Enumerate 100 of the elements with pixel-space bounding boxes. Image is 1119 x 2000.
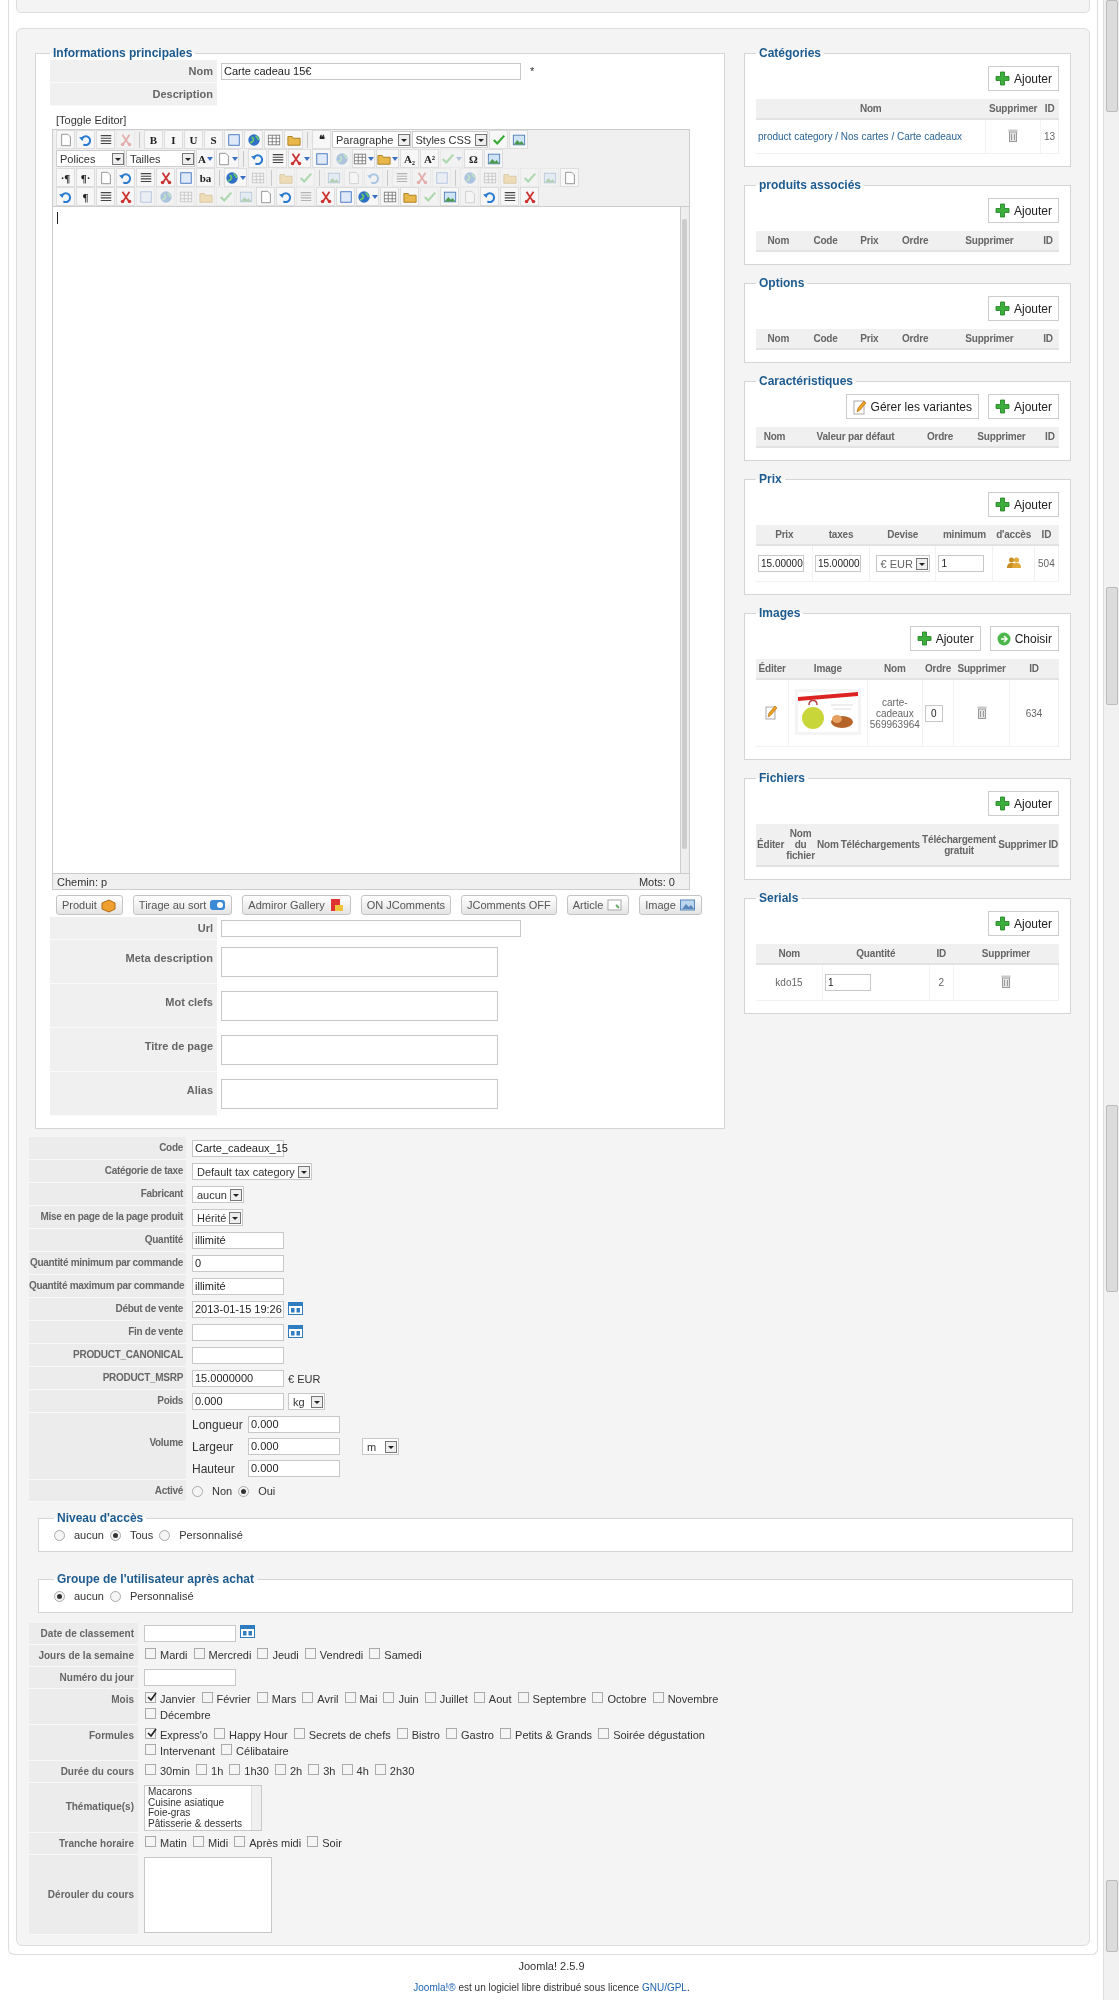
- toolbar-button[interactable]: [276, 187, 295, 206]
- toolbar-button[interactable]: [136, 168, 155, 187]
- toolbar-button[interactable]: [268, 149, 287, 168]
- category-link[interactable]: product category / Nos cartes / Carte cadeaux: [758, 131, 962, 142]
- toolbar-button[interactable]: [116, 168, 135, 187]
- checkbox[interactable]: [308, 1764, 320, 1775]
- toolbar-button[interactable]: I: [164, 130, 183, 149]
- toolbar-button[interactable]: S: [204, 130, 223, 149]
- radio-button[interactable]: [110, 1590, 121, 1602]
- toolbar-button[interactable]: B: [144, 130, 163, 149]
- dropdown[interactable]: Polices: [56, 150, 125, 167]
- checkbox[interactable]: [293, 1728, 305, 1739]
- scrollbar[interactable]: [251, 1786, 261, 1830]
- checkbox[interactable]: [145, 1648, 156, 1659]
- add-button[interactable]: Ajouter: [987, 296, 1059, 321]
- toolbar-button[interactable]: A²: [420, 149, 439, 168]
- calendar-button[interactable]: [288, 1325, 303, 1340]
- radio-button[interactable]: [54, 1529, 65, 1541]
- add-button[interactable]: Ajouter: [987, 394, 1059, 419]
- add-button[interactable]: Ajouter: [987, 66, 1059, 91]
- checkbox[interactable]: [517, 1692, 529, 1703]
- dropdown[interactable]: € EUR: [875, 555, 930, 572]
- checkbox[interactable]: [374, 1764, 386, 1775]
- list-option[interactable]: Cuisine asiatique: [148, 1797, 242, 1808]
- toolbar-button[interactable]: ba: [196, 168, 215, 187]
- add-button[interactable]: Ajouter: [987, 911, 1059, 936]
- checkbox[interactable]: [193, 1648, 205, 1659]
- toolbar-button[interactable]: ❝: [312, 130, 331, 149]
- scrollbar[interactable]: [1103, 0, 1119, 2000]
- text-area[interactable]: [221, 1035, 498, 1065]
- toolbar-button[interactable]: [156, 168, 175, 187]
- input-field[interactable]: Carte cadeau 15€: [221, 63, 521, 80]
- checkbox[interactable]: [201, 1692, 213, 1703]
- list-option[interactable]: Foie-gras: [148, 1808, 242, 1819]
- input-field[interactable]: 2013-01-15 19:26: [192, 1301, 284, 1318]
- checkbox[interactable]: [145, 1744, 156, 1755]
- input-field[interactable]: 0: [192, 1255, 284, 1272]
- checkbox[interactable]: [598, 1728, 610, 1739]
- dropdown[interactable]: Tailles: [126, 150, 195, 167]
- input-field[interactable]: 15.00000: [758, 555, 804, 572]
- editor-button[interactable]: Admiror Gallery: [242, 895, 351, 915]
- checkbox[interactable]: [214, 1728, 225, 1739]
- checkbox[interactable]: [424, 1692, 436, 1703]
- toolbar-button[interactable]: A: [196, 149, 215, 168]
- checkbox[interactable]: [304, 1648, 316, 1659]
- dropdown[interactable]: kg: [288, 1393, 325, 1410]
- input-field[interactable]: 0.000: [192, 1393, 284, 1410]
- checkbox[interactable]: [652, 1692, 664, 1703]
- toolbar-button[interactable]: [96, 187, 115, 206]
- checkbox[interactable]: [592, 1692, 604, 1703]
- toolbar-button[interactable]: ¶·: [76, 168, 95, 187]
- checkbox[interactable]: [256, 1692, 268, 1703]
- dropdown[interactable]: Default tax category: [192, 1163, 312, 1180]
- dropdown[interactable]: aucun: [192, 1186, 244, 1203]
- toggle-link[interactable]: [Toggle Editor]: [56, 114, 127, 126]
- toolbar-button[interactable]: [76, 130, 95, 149]
- input-field[interactable]: 15.00000: [814, 555, 861, 572]
- add-button[interactable]: Ajouter: [987, 198, 1059, 223]
- checkbox[interactable]: [383, 1692, 395, 1703]
- list-box[interactable]: Macarons Cuisine asiatique Foie-gras Pâtisserie & desserts: [144, 1785, 262, 1831]
- dropdown[interactable]: Styles CSS: [411, 131, 489, 148]
- toolbar-button[interactable]: [480, 187, 499, 206]
- checkbox[interactable]: [369, 1648, 381, 1659]
- radio-button[interactable]: [54, 1590, 65, 1602]
- checkbox[interactable]: [145, 1728, 156, 1739]
- dropdown[interactable]: m: [362, 1438, 399, 1455]
- input-field[interactable]: [192, 1324, 284, 1341]
- checkbox[interactable]: [396, 1728, 408, 1739]
- checkbox[interactable]: [221, 1744, 233, 1755]
- checkbox[interactable]: [341, 1764, 353, 1775]
- dropdown[interactable]: Paragraphe: [332, 131, 411, 148]
- add-button[interactable]: Ajouter: [987, 492, 1059, 517]
- radio-button[interactable]: [192, 1485, 203, 1497]
- input-field[interactable]: [192, 1347, 284, 1364]
- toolbar-button[interactable]: ·¶: [56, 168, 75, 187]
- checkbox[interactable]: [500, 1728, 512, 1739]
- input-field[interactable]: 0.000: [248, 1416, 340, 1433]
- add-button[interactable]: Ajouter: [987, 791, 1059, 816]
- text-area[interactable]: [144, 1857, 272, 1933]
- toolbar-button[interactable]: [356, 187, 379, 206]
- input-field[interactable]: 1: [938, 555, 985, 572]
- calendar-button[interactable]: [288, 1302, 303, 1317]
- toolbar-button[interactable]: [248, 149, 267, 168]
- checkbox[interactable]: [473, 1692, 485, 1703]
- editor-button[interactable]: ON JComments: [360, 895, 451, 915]
- input-field[interactable]: 0.000: [248, 1438, 340, 1455]
- footer-link[interactable]: GNU/GPL: [641, 1982, 687, 1993]
- checkbox[interactable]: [145, 1692, 156, 1703]
- input-field[interactable]: [144, 1669, 236, 1686]
- toolbar-button[interactable]: A₂: [400, 149, 419, 168]
- toolbar-button[interactable]: [56, 187, 75, 206]
- toolbar-button[interactable]: ¶: [76, 187, 95, 206]
- input-field[interactable]: illimité: [192, 1278, 284, 1295]
- checkbox[interactable]: [274, 1764, 286, 1775]
- checkbox[interactable]: [145, 1764, 156, 1775]
- checkbox[interactable]: [445, 1728, 457, 1739]
- checkbox[interactable]: [196, 1764, 208, 1775]
- checkbox[interactable]: [192, 1836, 204, 1847]
- dropdown[interactable]: Hérité: [192, 1209, 244, 1226]
- toolbar-button[interactable]: [96, 130, 115, 149]
